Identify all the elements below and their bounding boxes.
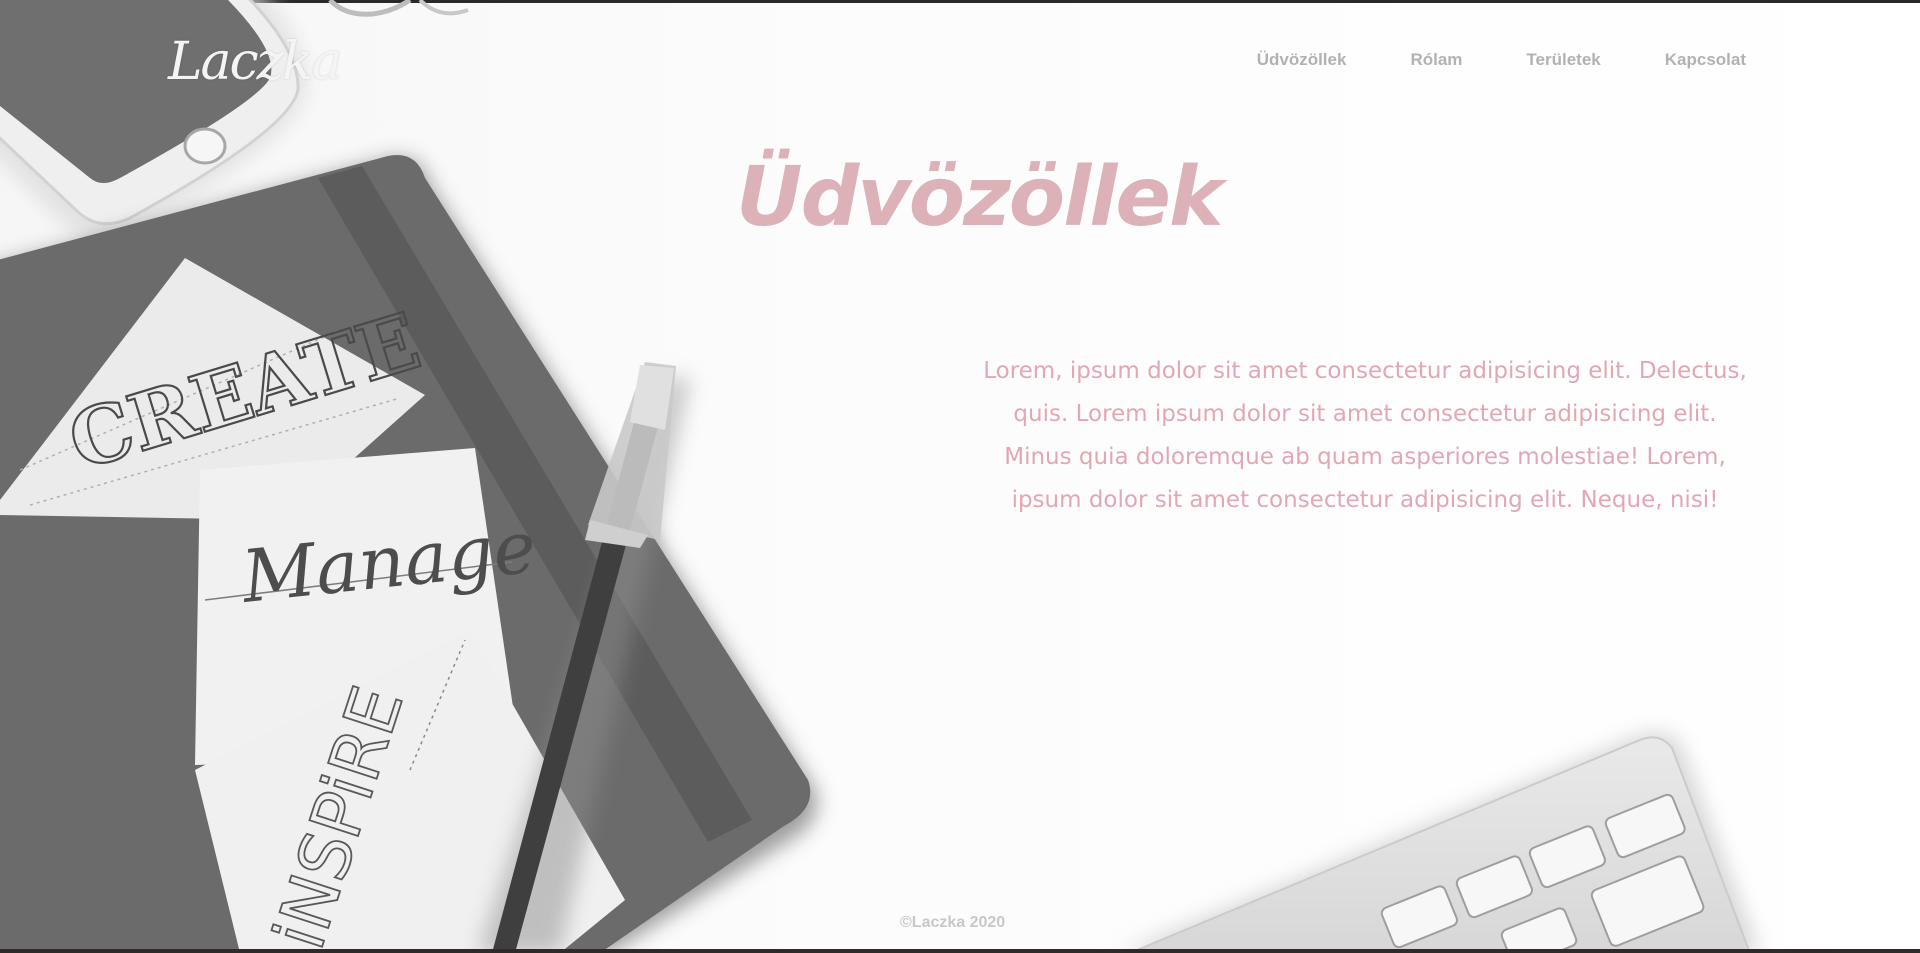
nav-link-rolam[interactable]: Rólam [1410,50,1462,70]
hero-title: Üdvözöllek [736,150,1224,245]
footer-copyright: ©Laczka 2020 [900,914,1006,931]
site-header: Laczka Üdvözöllek Rólam Területek Kapcso… [0,0,1920,120]
main-nav: Üdvözöllek Rólam Területek Kapcsolat [1257,50,1746,70]
nav-link-kapcsolat[interactable]: Kapcsolat [1665,50,1746,70]
nav-link-udvozollek[interactable]: Üdvözöllek [1257,50,1347,70]
site-logo[interactable]: Laczka [168,32,343,92]
nav-link-teruletek[interactable]: Területek [1526,50,1600,70]
hero-line: Minus quia doloremque ab quam asperiores… [1004,444,1726,470]
bottom-edge-line [0,949,1920,953]
keyboard [1120,732,1760,953]
hero-line: quis. Lorem ipsum dolor sit amet consect… [1013,401,1717,427]
landing-page: CREATE Manage iNSPiRE Laczka Üdvözöllek … [0,0,1920,953]
hero-line: ipsum dolor sit amet consectetur adipisi… [1011,487,1719,513]
hero-paragraph: Lorem, ipsum dolor sit amet consectetur … [955,350,1775,522]
hero-line: Lorem, ipsum dolor sit amet consectetur … [983,358,1747,384]
